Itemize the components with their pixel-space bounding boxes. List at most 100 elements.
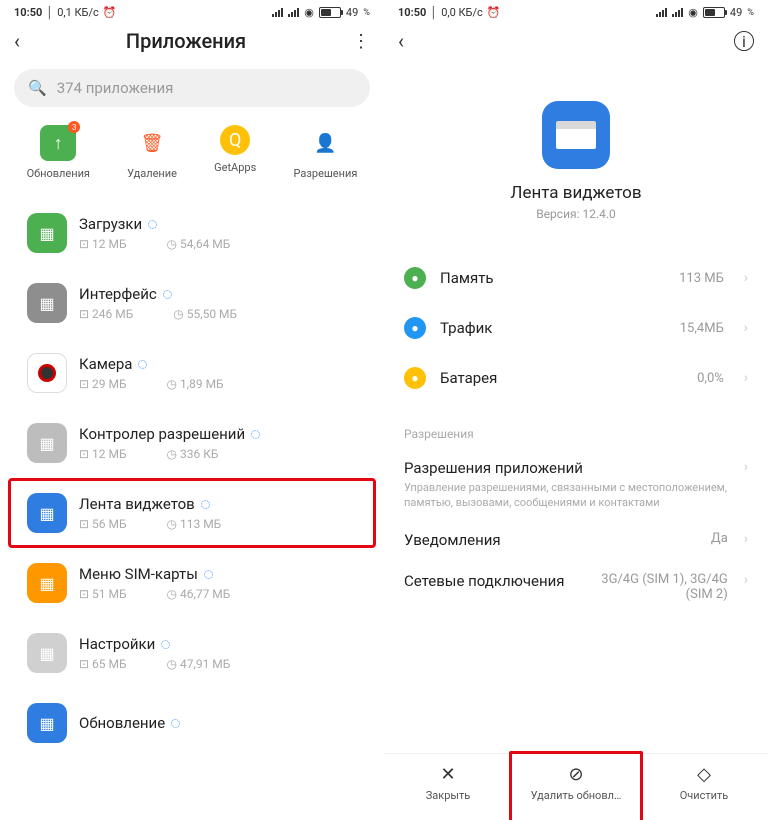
app-icon: ▦	[27, 423, 67, 463]
loading-icon	[251, 430, 260, 439]
battery-icon	[319, 7, 341, 18]
app-icon: ▦	[27, 633, 67, 673]
quick-permissions[interactable]: 👤Разрешения	[293, 125, 357, 180]
install-size: ⊡ 12 МБ	[79, 237, 127, 251]
app-row[interactable]: ▦Интерфейс ⊡ 246 МБ◷ 55,50 МБ	[11, 271, 373, 335]
back-icon[interactable]: ‹	[398, 29, 404, 53]
loading-icon	[201, 500, 210, 509]
storage-size: ◷ 55,50 МБ	[173, 307, 237, 321]
detail-icon: ●	[404, 267, 426, 289]
app-icon	[27, 353, 67, 393]
detail-value: 113 МБ	[679, 271, 724, 286]
app-title: Меню SIM-карты	[79, 565, 357, 583]
loading-icon	[161, 640, 170, 649]
info-icon[interactable]: i	[734, 31, 754, 51]
wifi-icon: ◉	[688, 6, 698, 19]
signal-icon	[672, 8, 683, 17]
app-name: Лента виджетов	[384, 183, 768, 203]
detail-label: Память	[440, 269, 665, 287]
search-icon: 🔍	[28, 79, 47, 97]
app-version: Версия: 12.4.0	[384, 207, 768, 221]
wifi-icon: ◉	[304, 6, 314, 19]
detail-row[interactable]: ● Трафик 15,4МБ ›	[384, 303, 768, 353]
app-list: ▦ Загрузки ⊡ 12 МБ ◷ 54,64 МБ ▦ Интерфейс ⊡ …	[0, 198, 384, 758]
alarm-icon: ⏰	[103, 6, 117, 19]
loading-icon	[204, 570, 213, 579]
permission-row[interactable]: УведомленияДа›	[384, 521, 768, 562]
chevron-right-icon: ›	[744, 370, 748, 386]
chevron-right-icon: ›	[744, 531, 748, 547]
app-icon: ▦	[27, 283, 67, 323]
app-row[interactable]: ▦ Контролер разрешений ⊡ 12 МБ ◷ 336 КБ	[11, 411, 373, 475]
install-size: ⊡ 65 МБ	[79, 657, 127, 671]
more-icon[interactable]: ⋮	[352, 31, 370, 52]
install-size: ⊡ 56 МБ	[79, 517, 127, 531]
close-icon: ✕	[440, 764, 455, 785]
alarm-icon: ⏰	[487, 6, 501, 19]
app-icon-large	[542, 101, 610, 169]
loading-icon	[163, 290, 172, 299]
battery-icon	[703, 7, 725, 18]
app-row[interactable]: ▦Настройки ⊡ 65 МБ◷ 47,91 МБ	[11, 621, 373, 685]
app-title: Камера	[79, 355, 357, 373]
permission-value: 3G/4G (SIM 1), 3G/4G (SIM 2)	[588, 572, 728, 602]
signal-icon	[272, 8, 283, 17]
detail-icon: ●	[404, 367, 426, 389]
chevron-right-icon: ›	[744, 320, 748, 336]
signal-icon	[288, 8, 299, 17]
quick-getapps[interactable]: QGetApps	[214, 125, 256, 180]
chevron-right-icon: ›	[744, 572, 748, 588]
app-title: Контролер разрешений	[79, 425, 357, 443]
app-icon: ▦	[27, 493, 67, 533]
action-uninstall-updates[interactable]: ⊘Удалить обновл…	[509, 751, 643, 820]
detail-label: Батарея	[440, 369, 683, 387]
app-icon: ▦	[27, 213, 67, 253]
action-close[interactable]: ✕Закрыть	[384, 754, 512, 820]
quick-actions: ↑3Обновления 🗑Удаление QGetApps 👤Разреше…	[0, 121, 384, 198]
install-size: ⊡ 51 МБ	[79, 587, 127, 601]
signal-icon	[656, 8, 667, 17]
app-icon: ▦	[27, 563, 67, 603]
loading-icon	[148, 220, 157, 229]
storage-size: ◷ 1,89 МБ	[167, 377, 224, 391]
storage-size: ◷ 47,91 МБ	[167, 657, 231, 671]
app-title: Обновление	[79, 714, 357, 732]
install-size: ⊡ 12 МБ	[79, 447, 127, 461]
app-row[interactable]: ▦ Загрузки ⊡ 12 МБ ◷ 54,64 МБ	[11, 201, 373, 265]
loading-icon	[171, 719, 180, 728]
quick-delete[interactable]: 🗑Удаление	[127, 125, 177, 180]
permission-row[interactable]: Сетевые подключения 3G/4G (SIM 1), 3G/4G …	[384, 562, 768, 612]
bottom-actions: ✕Закрыть ⊘Удалить обновл… ◇Очистить	[384, 753, 768, 820]
detail-value: 15,4МБ	[680, 321, 724, 336]
prohibit-icon: ⊘	[568, 764, 583, 785]
app-title: Загрузки	[79, 215, 357, 233]
detail-value: 0,0%	[697, 371, 724, 386]
search-input[interactable]: 🔍 374 приложения	[14, 69, 370, 107]
statusbar: 10:50 │ 0,0 КБ/с ⏰ ◉49%	[384, 0, 768, 21]
app-row[interactable]: ▦Меню SIM-карты ⊡ 51 МБ◷ 46,77 МБ	[11, 551, 373, 615]
detail-row[interactable]: ● Батарея 0,0% ›	[384, 353, 768, 403]
permission-value: Да	[711, 531, 728, 546]
quick-updates[interactable]: ↑3Обновления	[27, 125, 90, 180]
permission-title: Сетевые подключения	[404, 572, 578, 590]
eraser-icon: ◇	[697, 764, 711, 785]
storage-size: ◷ 336 КБ	[167, 447, 219, 461]
statusbar: 10:50 │ 0,1 КБ/с ⏰ ◉49%	[0, 0, 384, 21]
detail-icon: ●	[404, 317, 426, 339]
chevron-right-icon: ›	[744, 459, 748, 475]
install-size: ⊡ 29 МБ	[79, 377, 127, 391]
chevron-right-icon: ›	[744, 270, 748, 286]
permission-desc: Управление разрешениями, связанными с ме…	[404, 480, 728, 511]
app-icon: ▦	[27, 703, 67, 743]
app-row[interactable]: ▦Лента виджетов ⊡ 56 МБ◷ 113 МБ	[11, 481, 373, 545]
panel-apps-list: 10:50 │ 0,1 КБ/с ⏰ ◉49% ‹ Приложения ⋮ 🔍…	[0, 0, 384, 820]
storage-size: ◷ 54,64 МБ	[167, 237, 231, 251]
app-row[interactable]: Камера ⊡ 29 МБ ◷ 1,89 МБ	[11, 341, 373, 405]
panel-app-detail: 10:50 │ 0,0 КБ/с ⏰ ◉49% ‹ i Лента виджет…	[384, 0, 768, 820]
permission-row[interactable]: Разрешения приложенийУправление разрешен…	[384, 449, 768, 521]
app-row[interactable]: ▦ Обновление	[11, 691, 373, 755]
action-clear[interactable]: ◇Очистить	[640, 754, 768, 820]
detail-row[interactable]: ● Память 113 МБ ›	[384, 253, 768, 303]
detail-label: Трафик	[440, 319, 666, 337]
app-title: Интерфейс	[79, 285, 357, 303]
